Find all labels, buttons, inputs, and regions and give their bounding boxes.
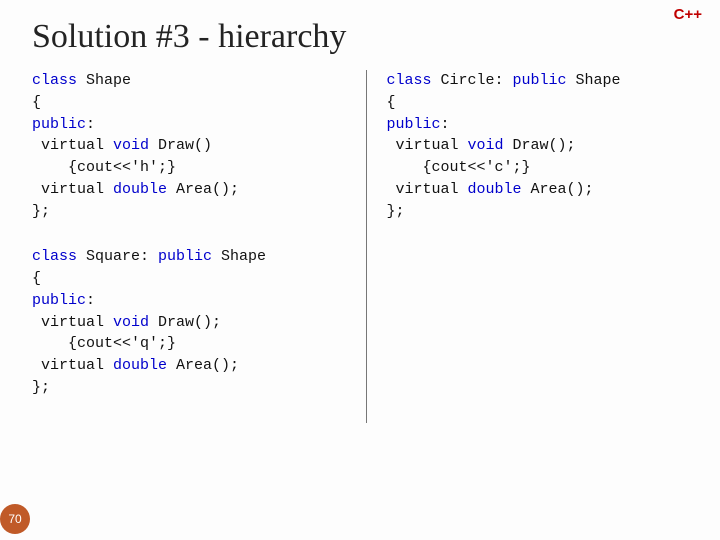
- code-block-square: class Square: public Shape { public: vir…: [32, 246, 346, 398]
- keyword-class: class: [32, 248, 77, 265]
- code-text: Shape: [77, 72, 131, 89]
- content-area: class Shape { public: virtual void Draw(…: [32, 70, 700, 423]
- right-column: class Circle: public Shape { public: vir…: [367, 70, 701, 423]
- slide: C++ Solution #3 - hierarchy class Shape …: [0, 0, 720, 540]
- code-block-circle: class Circle: public Shape { public: vir…: [387, 70, 701, 222]
- code-text: {: [387, 94, 396, 111]
- code-text: Area();: [522, 181, 594, 198]
- code-text: virtual: [32, 137, 113, 154]
- code-text: {cout<<'h';}: [32, 159, 176, 176]
- keyword-void: void: [113, 137, 149, 154]
- code-text: {: [32, 270, 41, 287]
- keyword-void: void: [468, 137, 504, 154]
- keyword-class: class: [387, 72, 432, 89]
- keyword-public: public: [513, 72, 567, 89]
- code-text: {cout<<'c';}: [387, 159, 531, 176]
- code-text: :: [441, 116, 450, 133]
- code-block-shape: class Shape { public: virtual void Draw(…: [32, 70, 346, 222]
- code-text: Area();: [167, 181, 239, 198]
- keyword-double: double: [113, 357, 167, 374]
- code-text: Draw(): [149, 137, 212, 154]
- code-text: {: [32, 94, 41, 111]
- code-text: virtual: [387, 181, 468, 198]
- keyword-public: public: [32, 116, 86, 133]
- code-text: Shape: [567, 72, 621, 89]
- code-text: Square:: [77, 248, 158, 265]
- code-text: virtual: [32, 314, 113, 331]
- code-text: Circle:: [432, 72, 513, 89]
- keyword-void: void: [113, 314, 149, 331]
- page-number-badge: 70: [0, 504, 30, 534]
- code-text: :: [86, 292, 95, 309]
- code-text: Shape: [212, 248, 266, 265]
- cpp-badge: C++: [674, 6, 702, 23]
- slide-title: Solution #3 - hierarchy: [32, 18, 700, 56]
- code-text: Area();: [167, 357, 239, 374]
- code-text: virtual: [32, 357, 113, 374]
- keyword-double: double: [468, 181, 522, 198]
- code-text: virtual: [387, 137, 468, 154]
- code-text: };: [387, 203, 405, 220]
- code-text: :: [86, 116, 95, 133]
- keyword-double: double: [113, 181, 167, 198]
- code-text: virtual: [32, 181, 113, 198]
- code-text: Draw();: [504, 137, 576, 154]
- keyword-public: public: [158, 248, 212, 265]
- left-column: class Shape { public: virtual void Draw(…: [32, 70, 367, 423]
- keyword-class: class: [32, 72, 77, 89]
- code-text: Draw();: [149, 314, 221, 331]
- code-text: };: [32, 379, 50, 396]
- code-text: {cout<<'q';}: [32, 335, 176, 352]
- code-text: };: [32, 203, 50, 220]
- keyword-public: public: [387, 116, 441, 133]
- keyword-public: public: [32, 292, 86, 309]
